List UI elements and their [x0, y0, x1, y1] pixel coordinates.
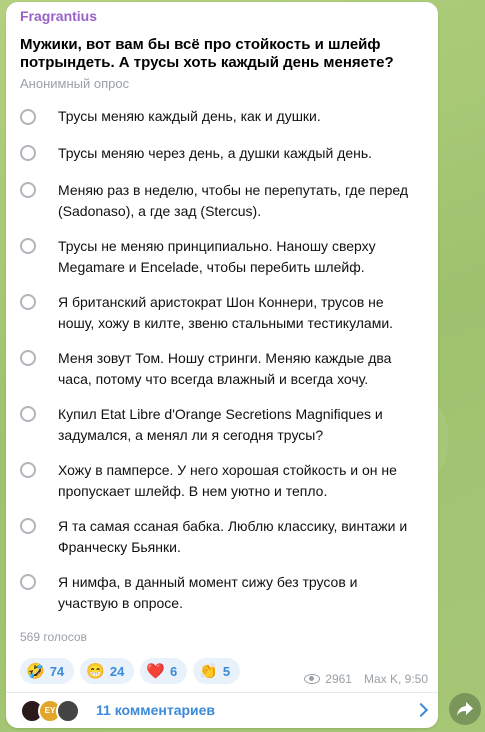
share-button[interactable]	[449, 693, 481, 725]
reaction-chip[interactable]: 😁 24	[80, 658, 135, 684]
radio-icon[interactable]	[20, 462, 36, 478]
radio-icon[interactable]	[20, 182, 36, 198]
rofl-emoji-icon: 🤣	[26, 662, 45, 680]
poll-option-text: Меняю раз в неделю, чтобы не перепутать,…	[58, 182, 409, 219]
radio-icon[interactable]	[20, 350, 36, 366]
reaction-chip[interactable]: 👏 5	[193, 658, 241, 684]
commenter-avatars: EY	[20, 699, 90, 723]
grin-emoji-icon: 😁	[86, 662, 105, 680]
radio-icon[interactable]	[20, 145, 36, 161]
poll-option-text: Купил Etat Libre d'Orange Secretions Mag…	[58, 406, 383, 443]
radio-icon[interactable]	[20, 294, 36, 310]
clap-emoji-icon: 👏	[199, 662, 218, 680]
comments-label[interactable]: 11 комментариев	[96, 702, 215, 718]
poll-option-text: Трусы меняю каждый день, как и душки.	[58, 108, 321, 124]
signature-time: Max K, 9:50	[363, 672, 428, 686]
poll-option-text: Я британский аристократ Шон Коннери, тру…	[58, 294, 394, 331]
poll-option-text: Я нимфа, в данный момент сижу без трусов…	[58, 574, 358, 611]
author-name[interactable]: Fragrantius	[20, 8, 97, 24]
reactions-bar: 🤣 74 😁 24 ❤️ 6 👏 5	[20, 658, 241, 684]
radio-icon[interactable]	[20, 109, 36, 125]
eye-icon	[303, 673, 321, 685]
share-arrow-icon	[457, 702, 473, 716]
message-bubble: Fragrantius Мужики, вот вам бы всё про с…	[6, 2, 438, 728]
heart-emoji-icon: ❤️	[146, 662, 165, 680]
radio-icon[interactable]	[20, 238, 36, 254]
poll-option-text: Трусы не меняю принципиально. Наношу све…	[58, 238, 376, 275]
poll-question: Мужики, вот вам бы всё про стойкость и ш…	[20, 36, 394, 71]
poll-option-text: Хожу в памперсе. У него хорошая стойкост…	[58, 462, 397, 499]
poll-option-text: Я та самая ссаная бабка. Люблю классику,…	[58, 518, 408, 555]
radio-icon[interactable]	[20, 406, 36, 422]
poll-type-label: Анонимный опрос	[20, 76, 130, 91]
reaction-count: 5	[222, 663, 231, 679]
reaction-chip[interactable]: ❤️ 6	[140, 658, 188, 684]
poll-option-text: Меня зовут Том. Ношу стринги. Меняю кажд…	[58, 350, 392, 387]
avatar	[56, 699, 80, 723]
votes-count: 569 голосов	[20, 630, 87, 644]
radio-icon[interactable]	[20, 574, 36, 590]
chevron-right-icon	[413, 702, 429, 718]
views-count: 2961	[325, 672, 352, 686]
reaction-count: 74	[49, 663, 65, 679]
comments-button[interactable]: EY 11 комментариев	[6, 693, 438, 728]
message-meta: 2961 Max K, 9:50	[303, 672, 428, 686]
poll-option-text: Трусы меняю через день, а душки каждый д…	[58, 145, 373, 161]
reaction-count: 24	[109, 663, 125, 679]
reaction-chip[interactable]: 🤣 74	[20, 658, 75, 684]
reaction-count: 6	[170, 663, 178, 679]
radio-icon[interactable]	[20, 518, 36, 534]
